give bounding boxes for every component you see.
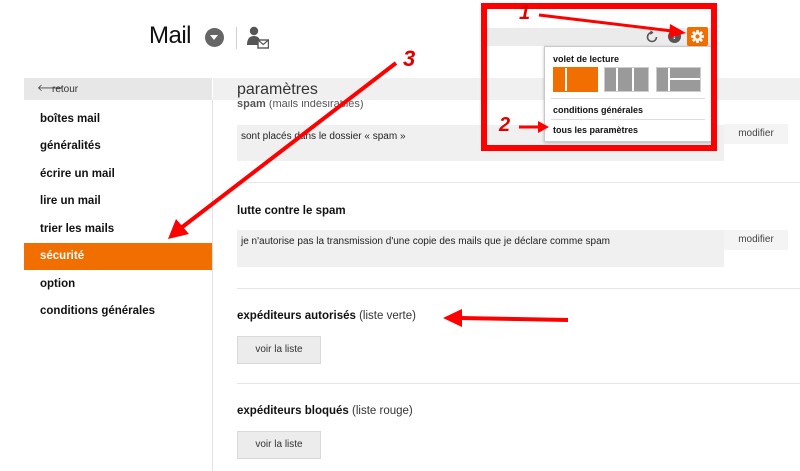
annotation-highlight-frame — [481, 3, 717, 151]
annotation-number-2: 2 — [499, 114, 511, 136]
annotation-number-1: 1 — [519, 2, 531, 24]
sidebar-item-sort[interactable]: trier les mails — [24, 216, 212, 243]
chevron-down-icon[interactable] — [205, 28, 224, 47]
spam-subtitle: (mails indésirables) — [268, 100, 364, 110]
allowed-senders-title: expéditeurs autorisés — [237, 310, 356, 322]
sidebar-item-option[interactable]: option — [24, 271, 212, 298]
view-blocked-list-button[interactable]: voir la liste — [237, 431, 321, 459]
app-title: Mail — [149, 22, 192, 49]
anti-spam-value: je n'autorise pas la transmission d'une … — [241, 236, 611, 247]
anti-spam-title: lutte contre le spam — [237, 205, 346, 217]
blocked-senders-subtitle: (liste rouge) — [352, 405, 413, 417]
spam-section-title: spam (mails indésirables) — [237, 100, 364, 110]
allowed-senders-subtitle: (liste verte) — [359, 310, 416, 322]
sidebar-item-security[interactable]: sécurité — [24, 243, 212, 270]
back-link[interactable]: retour — [52, 84, 78, 95]
sidebar-item-general[interactable]: généralités — [24, 133, 212, 160]
allowed-senders-heading: expéditeurs autorisés (liste verte) — [237, 310, 416, 322]
sidebar-item-read[interactable]: lire un mail — [24, 188, 212, 215]
section-divider — [237, 383, 800, 384]
header-divider — [236, 27, 237, 49]
section-divider — [237, 288, 800, 289]
sidebar-item-mailboxes[interactable]: boîtes mail — [24, 106, 212, 133]
view-allowed-list-button[interactable]: voir la liste — [237, 336, 321, 364]
page-title: paramètres — [237, 81, 318, 98]
annotation-number-3: 3 — [403, 46, 416, 71]
spam-title: spam — [237, 100, 266, 110]
modify-spam-button[interactable]: modifier — [724, 124, 788, 144]
sidebar-divider — [212, 100, 213, 471]
contact-card-icon[interactable] — [247, 25, 269, 51]
sidebar-item-compose[interactable]: écrire un mail — [24, 161, 212, 188]
annotation-arrow-allowed — [459, 316, 569, 322]
modify-anti-spam-button[interactable]: modifier — [724, 230, 788, 250]
sidebar-item-terms[interactable]: conditions générales — [24, 298, 212, 325]
section-divider — [237, 182, 800, 183]
blocked-senders-title: expéditeurs bloqués — [237, 405, 349, 417]
blocked-senders-heading: expéditeurs bloqués (liste rouge) — [237, 405, 413, 417]
spam-setting-value: sont placés dans le dossier « spam » — [241, 131, 406, 142]
